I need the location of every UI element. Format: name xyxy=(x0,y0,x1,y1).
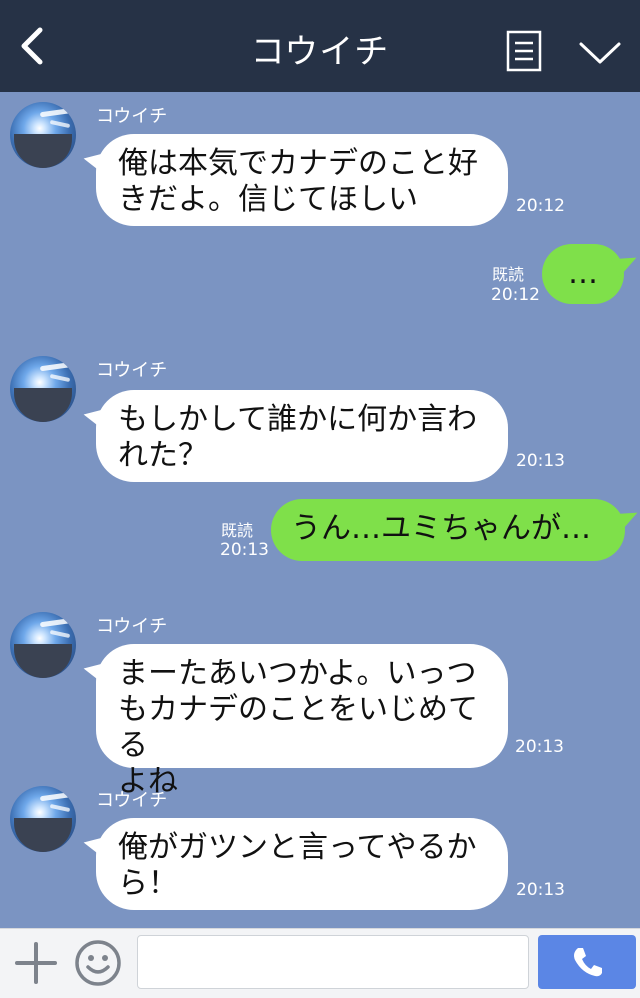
sent-bubble[interactable]: … xyxy=(542,244,624,304)
message-time: 20:13 xyxy=(516,451,565,471)
message-line: まーたあいつかよ。いっつ xyxy=(118,656,477,691)
message-time: 20:12 xyxy=(491,285,540,305)
avatar[interactable] xyxy=(10,612,76,678)
chevron-down-icon[interactable] xyxy=(578,38,622,68)
message-line: きだよ。信じてほしい xyxy=(118,182,418,217)
message-text: うん…ユミちゃんが… xyxy=(291,511,591,546)
message-time: 20:13 xyxy=(516,880,565,900)
sender-name: コウイチ xyxy=(96,360,168,381)
message-bubble[interactable]: 俺がガツンと言ってやるか ら！ xyxy=(96,818,508,910)
message-line: もしかして誰かに何か言わ xyxy=(118,402,478,437)
message-bubble[interactable]: もしかして誰かに何か言わ れた？ xyxy=(96,390,508,482)
menu-list-icon[interactable] xyxy=(506,30,542,72)
message-line: もカナデのことをいじめてる xyxy=(118,692,478,763)
input-bar xyxy=(0,928,640,998)
avatar[interactable] xyxy=(10,102,76,168)
message-line: れた？ xyxy=(118,438,208,473)
sender-name: コウイチ xyxy=(96,106,168,127)
chat-header: コウイチ xyxy=(0,0,640,92)
message-time: 20:13 xyxy=(220,540,269,560)
message-input[interactable] xyxy=(137,935,529,989)
plus-icon[interactable] xyxy=(14,941,58,985)
chat-area[interactable]: コウイチ 俺は本気でカナデのこと好 きだよ。信じてほしい 20:12 既読 20… xyxy=(0,92,640,928)
message-line: 俺がガツンと言ってやるか xyxy=(118,830,477,865)
smiley-icon[interactable] xyxy=(74,939,122,987)
message-text: … xyxy=(568,256,598,291)
message-line: 俺は本気でカナデのこと好 xyxy=(118,146,478,181)
chat-title: コウイチ xyxy=(250,32,390,72)
sender-name: コウイチ xyxy=(96,616,168,637)
message-line: ら！ xyxy=(118,866,178,901)
message-time: 20:12 xyxy=(516,196,565,216)
read-status: 既読 xyxy=(221,521,254,540)
sent-bubble[interactable]: うん…ユミちゃんが… xyxy=(271,499,625,561)
message-line: よね xyxy=(118,764,178,799)
message-bubble[interactable]: 俺は本気でカナデのこと好 きだよ。信じてほしい xyxy=(96,134,508,226)
avatar[interactable] xyxy=(10,786,76,852)
message-bubble[interactable]: まーたあいつかよ。いっつ もカナデのことをいじめてる よね xyxy=(96,644,508,799)
call-button[interactable] xyxy=(538,935,636,989)
message-time: 20:13 xyxy=(515,737,564,757)
sender-name: コウイチ xyxy=(96,790,168,811)
avatar[interactable] xyxy=(10,356,76,422)
read-status: 既読 xyxy=(492,265,525,284)
phone-icon xyxy=(574,948,602,977)
